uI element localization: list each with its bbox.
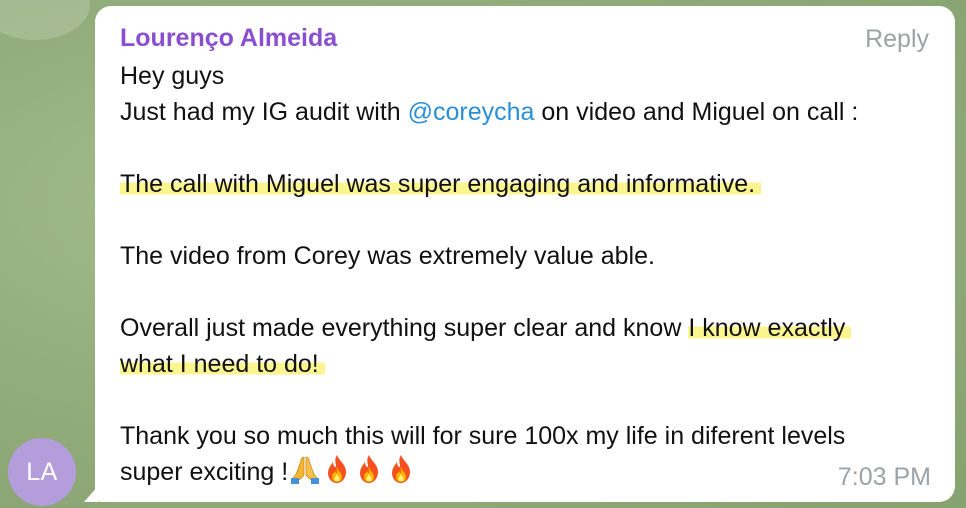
message-line: super exciting ! — [120, 454, 940, 490]
message-line: Overall just made everything super clear… — [120, 310, 940, 346]
message-text-segment: Thank you so much this will for sure 100… — [120, 422, 846, 450]
fire-icon — [354, 454, 384, 484]
highlighted-text: what I need to do! — [120, 350, 325, 378]
message-bubble[interactable]: Lourenço Almeida Reply Hey guys Just had… — [95, 6, 955, 502]
folded-hands-icon — [290, 454, 320, 484]
message-text-segment: The video from Corey was extremely value… — [120, 242, 655, 270]
message-text-segment: on video and Miguel on call : — [534, 98, 859, 126]
message-timestamp: 7:03 PM — [837, 463, 931, 491]
message-line: The call with Miguel was super engaging … — [120, 166, 940, 202]
message-line: Just had my IG audit with @coreycha on v… — [120, 94, 940, 130]
highlighted-text: I know exactly — [688, 314, 852, 342]
message-line: what I need to do! — [120, 346, 940, 382]
message-text: Hey guys Just had my IG audit with @core… — [120, 58, 940, 490]
message-line: Thank you so much this will for sure 100… — [120, 418, 940, 454]
message-text-segment: Overall just made everything super clear… — [120, 314, 689, 342]
greeting-text: Hey guys — [120, 62, 225, 90]
message-line: Hey guys — [120, 58, 940, 94]
fire-icon — [322, 454, 352, 484]
message-line: The video from Corey was extremely value… — [120, 238, 940, 274]
message-text-segment: Just had my IG audit with — [120, 98, 408, 126]
fire-icon — [386, 454, 416, 484]
mention-link[interactable]: @coreycha — [408, 98, 535, 126]
wallpaper-pattern — [0, 0, 90, 40]
highlighted-text: The call with Miguel was super engaging … — [120, 170, 762, 198]
sender-name[interactable]: Lourenço Almeida — [120, 24, 337, 53]
message-text-segment: super exciting ! — [120, 458, 289, 486]
reply-button[interactable]: Reply — [865, 25, 929, 54]
avatar[interactable]: LA — [8, 438, 76, 506]
avatar-initials: LA — [26, 457, 58, 486]
